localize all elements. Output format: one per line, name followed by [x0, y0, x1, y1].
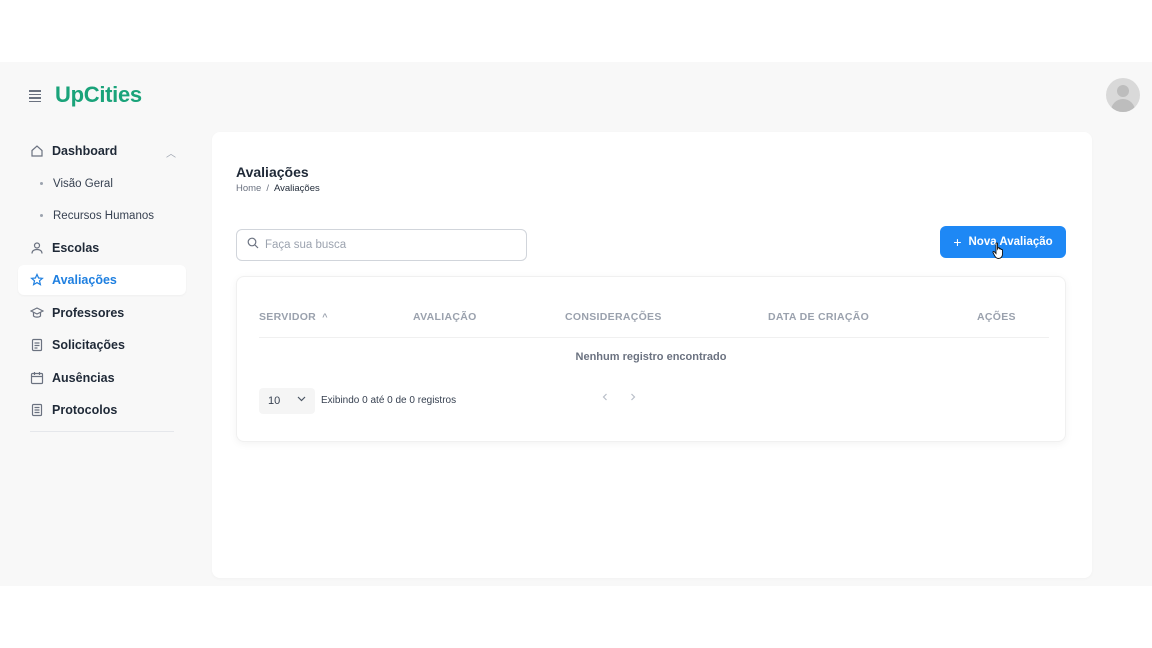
user-icon — [30, 241, 44, 255]
bullet-icon — [40, 214, 43, 217]
sidebar-subitem-recursos-humanos[interactable]: Recursos Humanos — [18, 201, 186, 231]
next-page-button[interactable] — [628, 391, 638, 405]
plus-icon: + — [953, 234, 962, 250]
list-icon — [30, 403, 44, 417]
sidebar-item-label: Dashboard — [52, 144, 118, 158]
search-input[interactable] — [265, 239, 505, 251]
page-title: Avaliações — [236, 164, 309, 180]
sidebar-item-label: Ausências — [52, 370, 115, 385]
breadcrumb-current: Avaliações — [273, 183, 320, 194]
main-content-card: Avaliações Home/Avaliações + Nova Avalia… — [212, 132, 1092, 578]
sidebar-item-ausencias[interactable]: Ausências — [18, 363, 186, 393]
column-header-avaliacao[interactable]: AVALIAÇÃO — [413, 311, 477, 323]
sidebar: Dashboard ︿ Visão Geral Recursos Humanos… — [18, 136, 186, 428]
hamburger-icon — [29, 90, 41, 92]
sidebar-item-avaliacoes[interactable]: Avaliações — [18, 265, 186, 295]
empty-state-message: Nenhum registro encontrado — [575, 351, 727, 363]
sort-asc-icon: ^ — [322, 312, 328, 322]
chevron-left-icon — [602, 393, 607, 401]
search-box[interactable] — [236, 229, 527, 261]
bullet-icon — [40, 182, 43, 185]
breadcrumb: Home / Avaliações — [236, 183, 320, 194]
sidebar-item-label: Professores — [52, 305, 125, 320]
sidebar-item-label: Solicitações — [52, 338, 125, 352]
column-header-acoes: AÇÕES — [977, 311, 1016, 323]
sidebar-item-dashboard[interactable]: Dashboard ︿ — [18, 136, 186, 166]
star-icon — [30, 273, 44, 287]
breadcrumb-separator: / — [266, 183, 269, 194]
sidebar-item-label: Escolas — [52, 240, 100, 255]
home-icon — [30, 144, 44, 158]
breadcrumb-home-link[interactable]: Home — [236, 183, 261, 194]
graduation-cap-icon — [30, 306, 44, 320]
hand-cursor-icon — [992, 242, 1003, 259]
sidebar-item-label: Protocolos — [52, 403, 118, 417]
menu-toggle-button[interactable] — [26, 88, 44, 104]
pagination-info: Exibindo 0 até 0 de 0 registros — [321, 395, 457, 406]
search-icon — [247, 236, 259, 254]
sidebar-item-professores[interactable]: Professores — [18, 298, 186, 328]
table-header-divider — [259, 337, 1049, 338]
column-header-servidor[interactable]: SERVIDOR ^ — [259, 311, 328, 323]
chevron-right-icon — [631, 393, 636, 401]
sidebar-item-escolas[interactable]: Escolas — [18, 233, 186, 263]
chevron-down-icon — [296, 393, 307, 407]
user-avatar[interactable] — [1106, 78, 1140, 112]
app-logo: UpCities — [55, 82, 142, 107]
sidebar-divider — [30, 431, 174, 432]
sidebar-subitem-visao-geral[interactable]: Visão Geral — [18, 169, 186, 199]
sidebar-item-protocolos[interactable]: Protocolos — [18, 395, 186, 425]
sidebar-item-label: Avaliações — [52, 273, 117, 287]
column-header-consideracoes[interactable]: CONSIDERAÇÕES — [565, 311, 662, 323]
column-header-data-criacao[interactable]: DATA DE CRIAÇÃO — [768, 311, 869, 323]
app-frame: UpCities Dashboard ︿ Visão Geral Recurso… — [0, 62, 1152, 586]
page-size-select[interactable]: 10 — [259, 388, 315, 414]
document-icon — [30, 338, 44, 352]
calendar-icon — [30, 371, 44, 385]
chevron-up-icon: ︿ — [166, 149, 176, 160]
table-panel: SERVIDOR ^ AVALIAÇÃO CONSIDERAÇÕES DATA … — [236, 276, 1066, 442]
prev-page-button[interactable] — [600, 391, 610, 405]
sidebar-item-solicitacoes[interactable]: Solicitações — [18, 330, 186, 360]
